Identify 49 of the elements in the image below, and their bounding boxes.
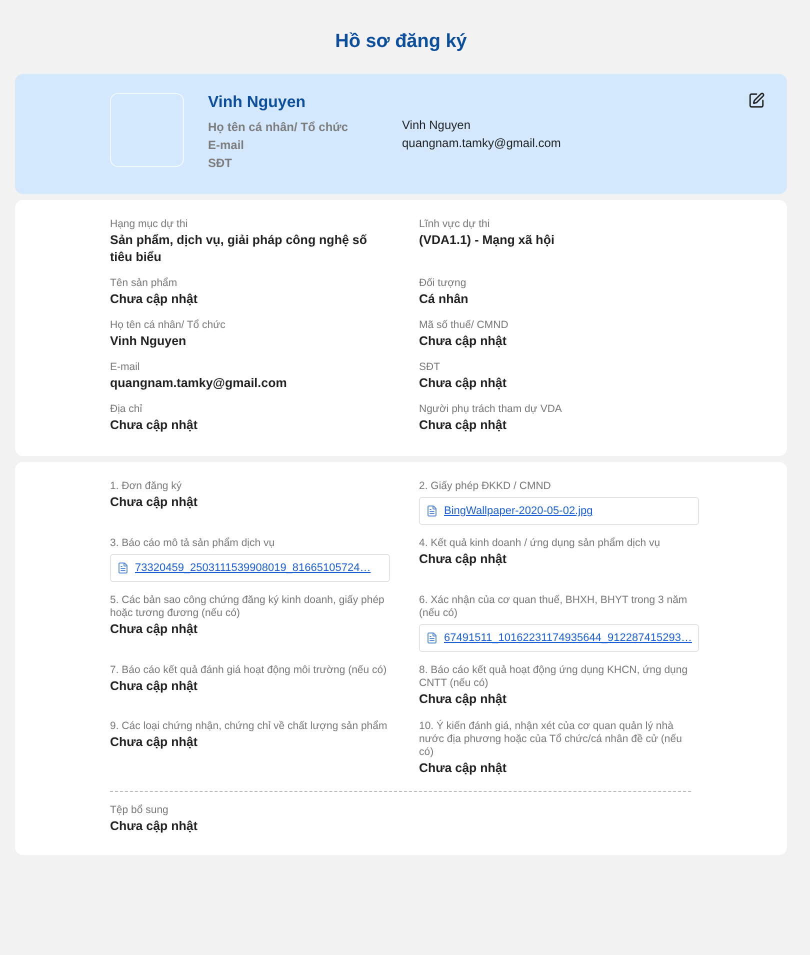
field-label: 9. Các loại chứng nhận, chứng chỉ về chất lượng sản phẩm (110, 720, 388, 733)
field-value: Chưa cập nhật (419, 375, 508, 392)
field-value: Chưa cập nhật (110, 678, 199, 695)
page-title: Hồ sơ đăng ký (334, 30, 468, 54)
field-value: Chưa cập nhật (110, 417, 199, 434)
field-label: 1. Đơn đăng ký (110, 480, 183, 493)
field-value: Chưa cập nhật (419, 417, 508, 434)
field-label: Tên sản phẩm (110, 277, 178, 290)
field-value: Cá nhân (419, 291, 470, 308)
profile-label: E-mail (208, 138, 246, 152)
profile-label: SĐT (208, 156, 233, 170)
profile-label: Họ tên cá nhân/ Tổ chức (208, 120, 350, 134)
profile-value: Vinh Nguyen (402, 118, 472, 132)
field-value: quangnam.tamky@gmail.com (110, 375, 288, 392)
field-value: Vinh Nguyen (110, 333, 188, 350)
field-label: Hạng mục dự thi (110, 218, 189, 231)
field-label: Họ tên cá nhân/ Tổ chức (110, 319, 226, 332)
field-value: Chưa cập nhật (110, 734, 199, 751)
field-label: Tệp bổ sung (110, 804, 170, 817)
file-link[interactable]: 73320459_2503111539908019_81665105724… (135, 562, 371, 574)
field-value: Chưa cập nhật (110, 818, 199, 835)
field-value: Chưa cập nhật (110, 621, 199, 638)
field-label: 2. Giấy phép ĐKKD / CMND (419, 480, 552, 493)
file-link[interactable]: 67491511_10162231174935644_912287415293… (444, 632, 692, 644)
field-value: (VDA1.1) - Mạng xã hội (419, 232, 556, 249)
field-value: Chưa cập nhật (110, 291, 199, 308)
field-label: 7. Báo cáo kết quả đánh giá hoạt động môi trường (nếu có) (110, 664, 388, 677)
field-label: Địa chỉ (110, 403, 144, 416)
field-label: 5. Các bản sao công chứng đăng ký kinh doanh, giấy phép hoặc tương đương (nếu có) (110, 594, 386, 620)
field-label: Người phụ trách tham dự VDA (419, 403, 563, 416)
field-label: Lĩnh vực dự thi (419, 218, 491, 231)
field-value: Sản phẩm, dịch vụ, giải pháp công nghệ số tiêu biểu (110, 232, 368, 266)
field-label: E-mail (110, 361, 141, 374)
field-label: 6. Xác nhận của cơ quan thuế, BHXH, BHYT trong 3 năm (nếu có) (419, 594, 688, 620)
field-value: Chưa cập nhật (419, 760, 508, 777)
field-label: 10. Ý kiến đánh giá, nhận xét của cơ quan quản lý nhà nước địa phương hoặc của Tổ chức/cá nhân đề cử (nếu có) (419, 720, 683, 759)
field-value: Chưa cập nhật (419, 691, 508, 708)
field-value: Chưa cập nhật (419, 333, 508, 350)
field-label: 4. Kết quả kinh doanh / ứng dụng sản phẩm dịch vụ (419, 537, 662, 550)
field-label: 3. Báo cáo mô tả sản phẩm dịch vụ (110, 537, 276, 550)
file-link[interactable]: BingWallpaper-2020-05-02.jpg (444, 505, 593, 517)
field-label: SĐT (419, 361, 441, 374)
profile-name: Vinh Nguyen (208, 94, 306, 112)
profile-value: quangnam.tamky@gmail.com (402, 136, 561, 150)
field-label: 8. Báo cáo kết quả hoạt động ứng dụng KHCN, ứng dụng CNTT (nếu có) (419, 664, 689, 690)
field-value: Chưa cập nhật (419, 551, 508, 568)
field-label: Mã số thuế/ CMND (419, 319, 510, 332)
field-value: Chưa cập nhật (110, 494, 199, 511)
field-label: Đối tượng (419, 277, 468, 290)
